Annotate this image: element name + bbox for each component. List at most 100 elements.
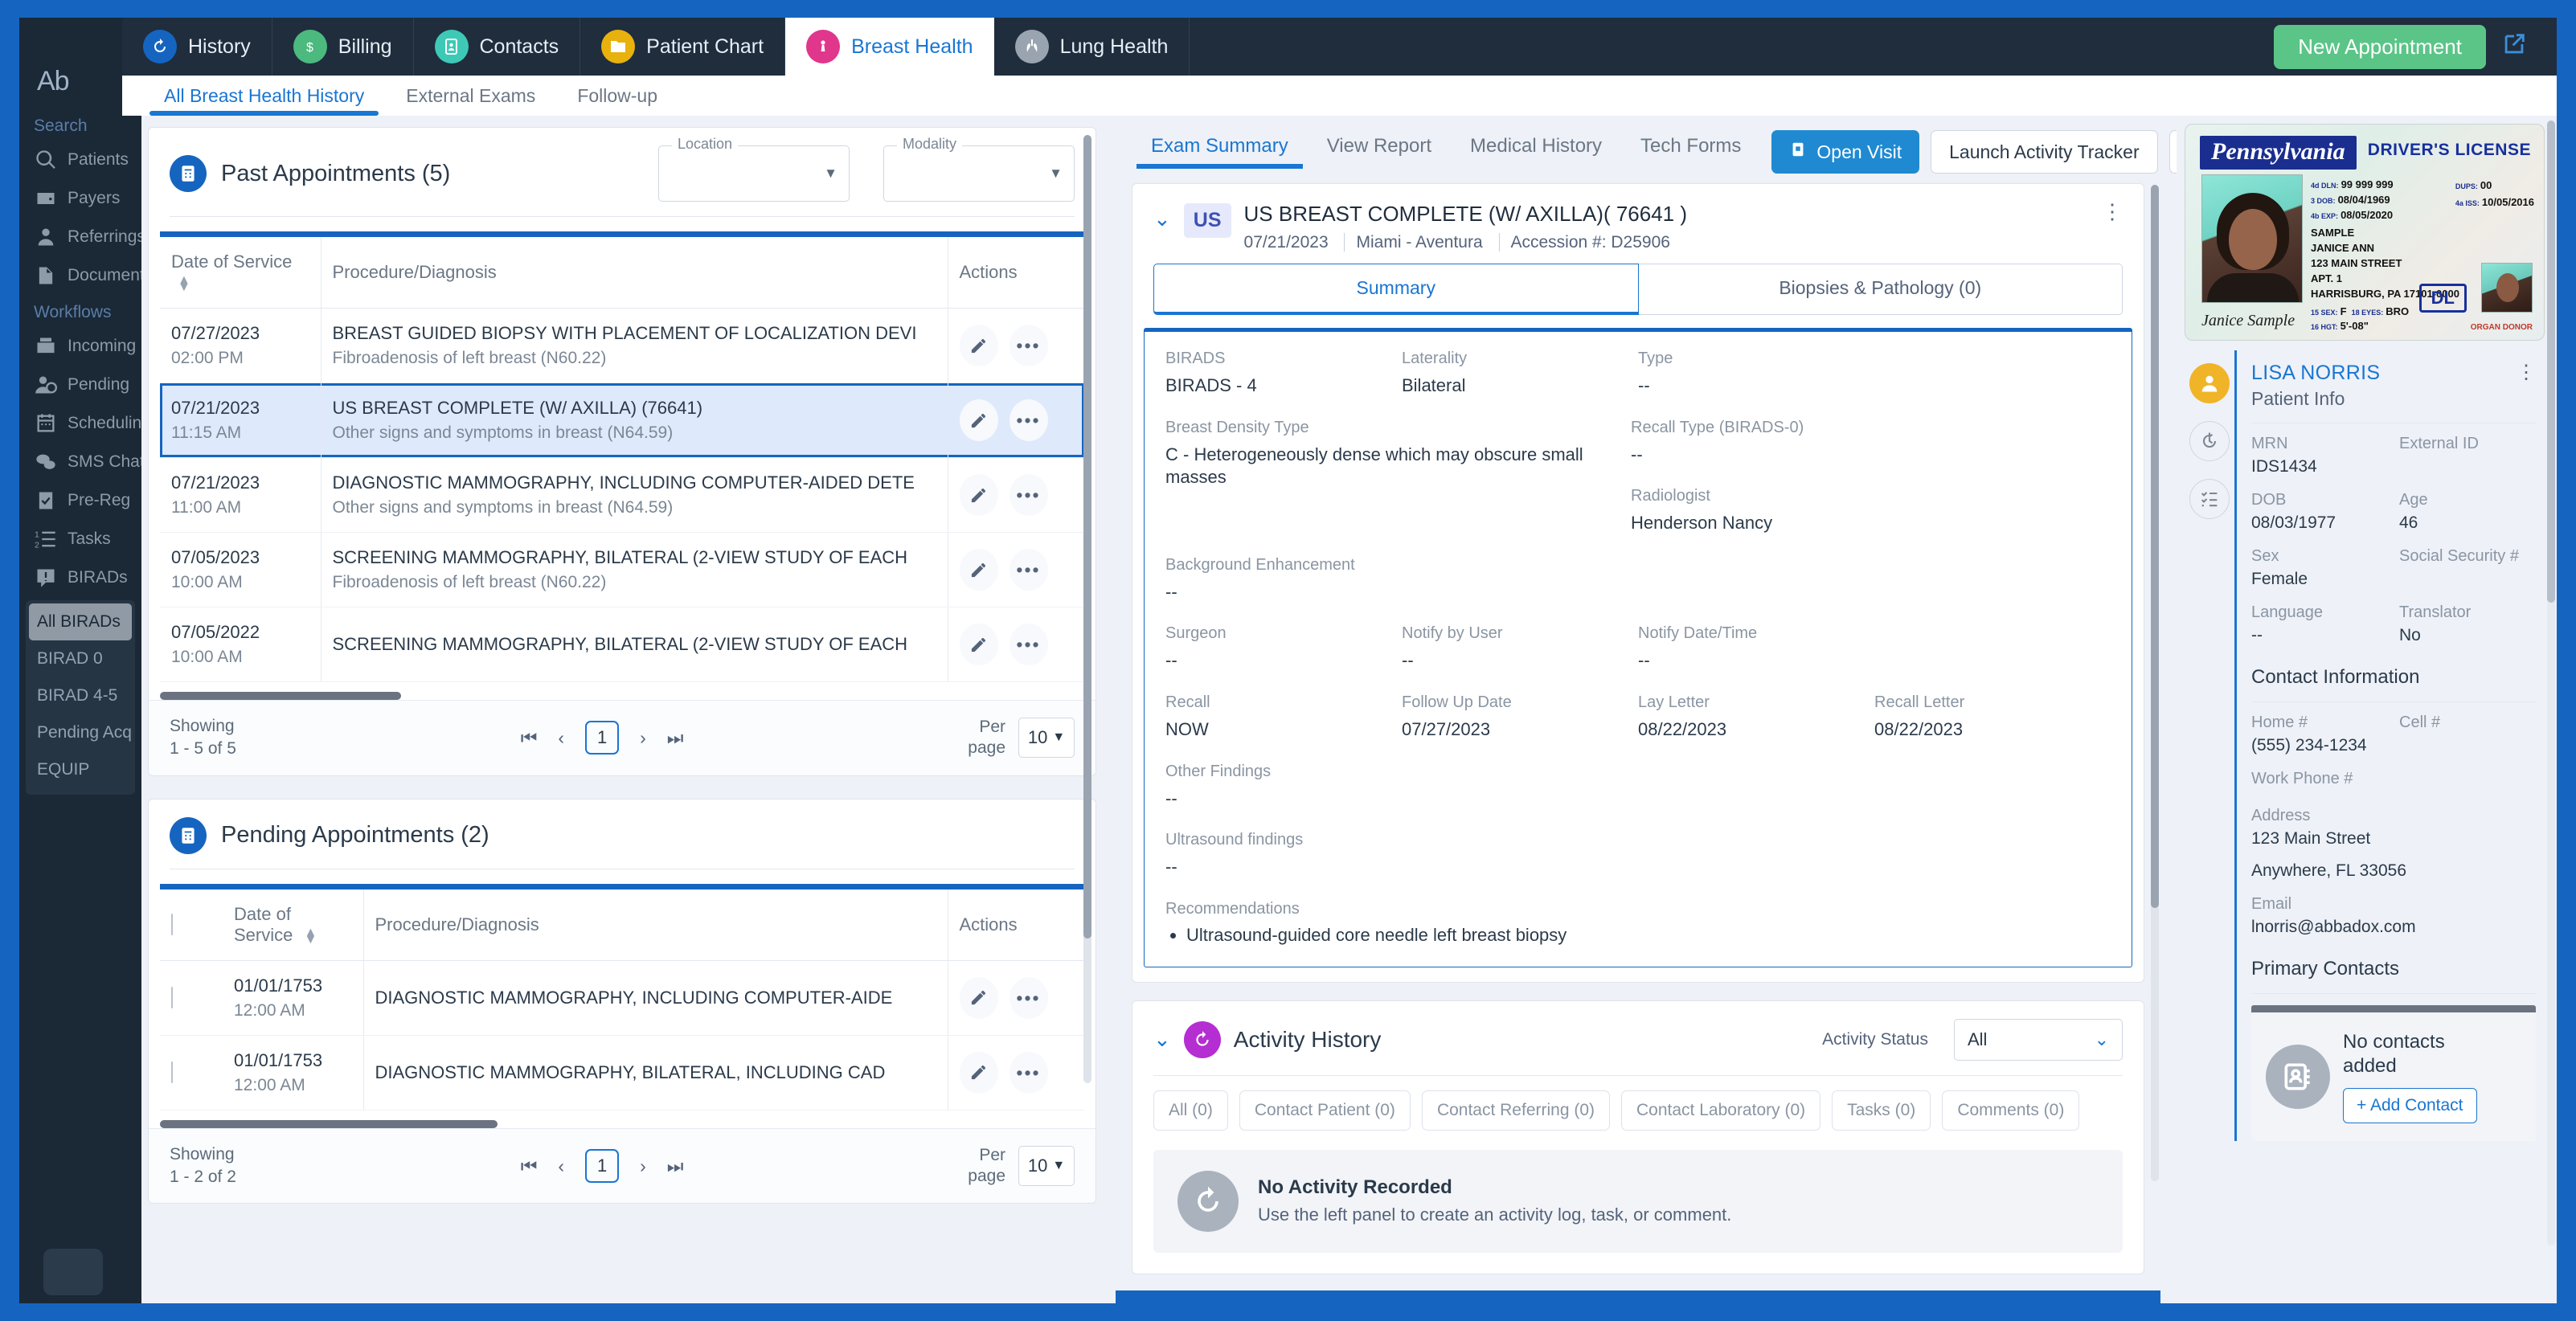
last-page-icon[interactable]: ⏭ [667,1155,684,1177]
launch-activity-tracker-button[interactable]: Launch Activity Tracker [1931,130,2158,174]
sidebar-item-sms-chat[interactable]: SMS Chat [19,443,141,481]
horizontal-scrollbar[interactable] [160,692,1084,700]
tab-tech-forms[interactable]: Tech Forms [1621,135,1760,169]
last-page-icon[interactable]: ⏭ [667,727,684,749]
nav-tab-history[interactable]: History [122,18,272,76]
left-column-scrollbar[interactable] [1083,135,1091,1083]
sidebar-item-birads[interactable]: BIRADs [19,558,141,597]
chip-contact-laboratory[interactable]: Contact Laboratory (0) [1621,1090,1820,1131]
sidebar-item-birad-4-5[interactable]: BIRAD 4-5 [26,677,135,714]
more-options-icon[interactable]: ••• [1010,1052,1048,1094]
segment-summary[interactable]: Summary [1153,264,1639,315]
add-contact-button[interactable]: + Add Contact [2343,1088,2477,1123]
more-options-icon[interactable]: ••• [1010,474,1048,516]
sidebar-item-scheduling[interactable]: Scheduling [19,404,141,443]
exam-column-scrollbar[interactable] [2151,185,2159,1181]
edit-icon[interactable] [960,325,998,366]
table-row[interactable]: 07/05/2023 10:00 AM SCREENING MAMMOGRAPH… [160,533,1084,607]
row-checkbox[interactable] [171,987,173,1008]
location-filter[interactable]: Location ▼ [658,145,850,202]
page-number[interactable]: 1 [585,1149,619,1183]
sidebar-item-pre-reg[interactable]: Pre-Reg [19,481,141,520]
per-page-select[interactable]: 10 ▼ [1018,718,1075,758]
table-row[interactable]: 01/01/1753 12:00 AM DIAGNOSTIC MAMMOGRAP… [160,1035,1084,1110]
right-column-scrollbar[interactable] [2547,121,2555,1245]
table-row[interactable]: 07/27/2023 02:00 PM BREAST GUIDED BIOPSY… [160,309,1084,383]
edit-icon[interactable] [960,399,998,441]
prev-page-icon[interactable]: ‹ [558,727,564,749]
more-options-icon[interactable]: ••• [1010,399,1048,441]
edit-icon[interactable] [960,1052,998,1094]
sidebar-item-pending[interactable]: Pending [19,366,141,404]
chip-contact-referring[interactable]: Contact Referring (0) [1422,1090,1610,1131]
tab-exam-summary[interactable]: Exam Summary [1132,135,1308,169]
open-visit-button[interactable]: Open Visit [1771,130,1919,174]
nav-tab-breast-health[interactable]: Breast Health [785,18,993,76]
popout-icon[interactable] [2500,31,2528,63]
chevron-down-icon[interactable]: ⌄ [1153,207,1171,231]
tab-medical-history[interactable]: Medical History [1451,135,1621,169]
chevron-down-icon[interactable]: ⌄ [1153,1027,1171,1052]
sidebar-item-documents[interactable]: Documents [19,256,141,295]
sidebar-item-all-birads[interactable]: All BIRADs [29,603,132,640]
col-date-of-service[interactable]: Date of Service ▲▼ [223,890,363,961]
contact-card-icon [2266,1045,2330,1109]
first-page-icon[interactable]: ⏮ [521,727,538,749]
new-appointment-button[interactable]: New Appointment [2274,25,2486,69]
subtab-all-breast-health-history[interactable]: All Breast Health History [143,85,385,116]
subtab-external-exams[interactable]: External Exams [385,85,556,116]
prev-page-icon[interactable]: ‹ [558,1155,564,1177]
tab-view-report[interactable]: View Report [1308,135,1451,169]
table-row[interactable]: 07/21/2023 11:15 AM US BREAST COMPLETE (… [160,383,1084,458]
first-page-icon[interactable]: ⏮ [521,1155,538,1177]
sidebar-item-payers[interactable]: Payers [19,179,141,218]
more-options-icon[interactable]: ••• [1010,549,1048,591]
edit-icon[interactable] [960,474,998,516]
table-row[interactable]: 01/01/1753 12:00 AM DIAGNOSTIC MAMMOGRAP… [160,960,1084,1035]
patient-name[interactable]: LISA NORRIS [2251,362,2517,385]
kebab-icon[interactable]: ⋮ [2517,362,2547,375]
sort-icon[interactable]: ▲▼ [178,276,190,291]
select-all-checkbox[interactable] [171,914,173,935]
avatar-icon[interactable] [2189,363,2230,403]
table-row[interactable]: 07/21/2023 11:00 AM DIAGNOSTIC MAMMOGRAP… [160,458,1084,533]
sidebar-item-incoming-fax[interactable]: Incoming Fax [19,327,141,366]
edit-icon[interactable] [960,549,998,591]
sidebar-item-referrings[interactable]: Referrings [19,218,141,256]
per-page-select[interactable]: 10 ▼ [1018,1146,1075,1186]
row-checkbox[interactable] [171,1061,173,1083]
nav-tab-billing[interactable]: $ Billing [272,18,414,76]
next-page-icon[interactable]: › [640,1155,646,1177]
page-number[interactable]: 1 [585,721,619,755]
nav-tab-contacts[interactable]: Contacts [414,18,581,76]
horizontal-scrollbar[interactable] [160,1120,1084,1128]
kebab-icon[interactable]: ⋮ [2102,202,2123,215]
history-icon[interactable] [2189,421,2230,461]
chip-comments[interactable]: Comments (0) [1942,1090,2079,1131]
more-options-icon[interactable]: ••• [1010,977,1048,1019]
nav-tab-lung-health[interactable]: Lung Health [994,18,1190,76]
activity-status-select[interactable]: All ⌄ [1954,1019,2123,1061]
sidebar-item-birad-0[interactable]: BIRAD 0 [26,640,135,677]
sidebar-item-tasks[interactable]: 12 Tasks [19,520,141,558]
chip-contact-patient[interactable]: Contact Patient (0) [1239,1090,1411,1131]
sidebar-item-equip[interactable]: EQUIP [26,751,135,788]
sidebar-item-pending-acq[interactable]: Pending Acq [26,714,135,751]
more-options-icon[interactable]: ••• [1010,325,1048,366]
subtab-follow-up[interactable]: Follow-up [556,85,678,116]
table-row[interactable]: 07/05/2022 10:00 AM SCREENING MAMMOGRAPH… [160,607,1084,682]
chip-tasks[interactable]: Tasks (0) [1832,1090,1931,1131]
edit-icon[interactable] [960,977,998,1019]
edit-icon[interactable] [960,624,998,665]
nav-tab-patient-chart[interactable]: Patient Chart [580,18,785,76]
sort-icon[interactable]: ▲▼ [304,929,317,943]
col-select-all[interactable] [160,890,223,961]
sidebar-item-patients[interactable]: Patients [19,141,141,179]
next-page-icon[interactable]: › [640,727,646,749]
col-date-of-service[interactable]: Date of Service ▲▼ [160,237,321,309]
checklist-icon[interactable] [2189,479,2230,519]
modality-filter[interactable]: Modality ▼ [883,145,1075,202]
segment-biopsies-pathology[interactable]: Biopsies & Pathology (0) [1639,264,2123,315]
more-options-icon[interactable]: ••• [1010,624,1048,665]
chip-all[interactable]: All (0) [1153,1090,1228,1131]
